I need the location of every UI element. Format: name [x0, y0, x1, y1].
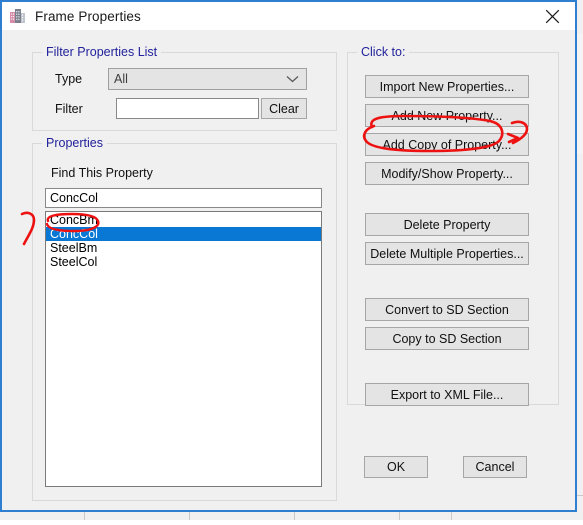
list-item[interactable]: SteelBm	[46, 241, 321, 255]
list-item[interactable]: ConcBm	[46, 213, 321, 227]
filter-input[interactable]	[116, 98, 259, 119]
list-item[interactable]: SteelCol	[46, 255, 321, 269]
convert-to-sd-section-button[interactable]: Convert to SD Section	[365, 298, 529, 321]
clear-button[interactable]: Clear	[261, 98, 307, 119]
filter-properties-list-group: Filter Properties List Type All Filter C…	[32, 52, 337, 131]
window-title: Frame Properties	[35, 9, 141, 24]
import-new-properties-button[interactable]: Import New Properties...	[365, 75, 529, 98]
type-select-value: All	[114, 72, 128, 86]
modify-show-property-button[interactable]: Modify/Show Property...	[365, 162, 529, 185]
export-to-xml-file-button[interactable]: Export to XML File...	[365, 383, 529, 406]
add-copy-of-property-button[interactable]: Add Copy of Property...	[365, 133, 529, 156]
type-label: Type	[55, 72, 82, 86]
property-list[interactable]: ConcBm ConcCol SteelBm SteelCol	[45, 211, 322, 487]
delete-property-button[interactable]: Delete Property	[365, 213, 529, 236]
click-to-group-title: Click to:	[357, 45, 409, 59]
close-icon[interactable]	[530, 2, 575, 30]
find-this-property-value: ConcCol	[50, 191, 98, 205]
find-this-property-label: Find This Property	[51, 166, 153, 180]
title-bar: Frame Properties	[2, 2, 575, 30]
ok-button[interactable]: OK	[364, 456, 428, 478]
properties-group: Properties Find This Property ConcCol Co…	[32, 143, 337, 501]
find-this-property-input[interactable]: ConcCol	[45, 188, 322, 208]
properties-group-title: Properties	[42, 136, 107, 150]
building-icon	[9, 7, 27, 25]
list-item[interactable]: ConcCol	[46, 227, 321, 241]
add-new-property-button[interactable]: Add New Property...	[365, 104, 529, 127]
frame-properties-dialog: Frame Properties Filter Properties List …	[0, 0, 577, 512]
chevron-down-icon	[286, 72, 299, 86]
type-select[interactable]: All	[108, 68, 307, 90]
filter-group-title: Filter Properties List	[42, 45, 161, 59]
cancel-button[interactable]: Cancel	[463, 456, 527, 478]
filter-label: Filter	[55, 102, 83, 116]
copy-to-sd-section-button[interactable]: Copy to SD Section	[365, 327, 529, 350]
click-to-group: Click to: Import New Properties... Add N…	[347, 52, 559, 405]
delete-multiple-properties-button[interactable]: Delete Multiple Properties...	[365, 242, 529, 265]
dialog-body: Filter Properties List Type All Filter C…	[2, 30, 575, 510]
